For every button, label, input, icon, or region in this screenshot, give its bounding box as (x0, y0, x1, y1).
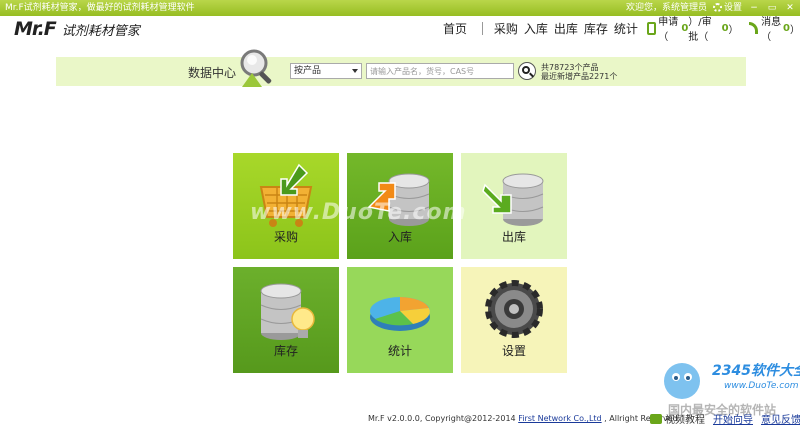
nav-statistics[interactable]: 统计 (611, 20, 641, 37)
logo-subtitle: 试剂耗材管家 (61, 24, 140, 39)
start-guide-link[interactable]: 开始向导 (713, 411, 753, 426)
search-type-value: 按产品 (294, 66, 322, 76)
video-icon (650, 413, 662, 424)
footer-links: 视频教程 开始向导 意见反馈 (650, 411, 800, 426)
approve-count: 0 (721, 22, 729, 34)
total-products: 共78723个产品 (541, 63, 599, 72)
gear-icon (712, 3, 722, 12)
window-title: Mr.F试剂耗材管家，做最好的试剂耗材管理软件 (5, 3, 195, 13)
tile-settings-label: 设置 (501, 344, 526, 358)
duote-watermark: www.DuoTe.com (250, 200, 467, 225)
apply-count: 0 (681, 22, 689, 34)
nav-home[interactable]: 首页 (440, 20, 470, 37)
tile-stock-out-label: 出库 (501, 230, 526, 244)
database-out-icon (482, 173, 544, 226)
tile-statistics-label: 统计 (387, 344, 412, 358)
corner-brand: 2345软件大全 (712, 363, 800, 379)
gear-icon (485, 280, 543, 338)
product-stats: 共78723个产品 最近新增产品2271个 (541, 63, 617, 81)
nav-divider (482, 21, 483, 35)
corner-site-logo: 2345软件大全 www.DuoTe.com 国内最安全的软件站 (658, 357, 800, 417)
data-center-title: 数据中心 (188, 66, 237, 80)
signal-icon (748, 22, 759, 34)
footer-copyright: Mr.F v2.0.0.0, Copyright@2012-2014 First… (368, 414, 680, 423)
corner-url: www.DuoTe.com (724, 381, 799, 391)
message-count: 0 (783, 22, 790, 34)
recent-products: 最近新增产品2271个 (541, 72, 618, 81)
data-center-magnifier-icon (240, 49, 272, 87)
search-type-select[interactable]: 按产品 (290, 63, 362, 79)
tile-inventory[interactable]: 库存 (233, 267, 339, 373)
company-link[interactable]: First Network Co.,Ltd (518, 414, 601, 423)
feedback-link[interactable]: 意见反馈 (761, 411, 800, 426)
top-nav: 首页 采购 入库 出库 库存 统计 申请（ 0 ）/审批（ 0） 消息（ 0） (440, 17, 800, 43)
mascot-icon (664, 363, 700, 399)
nav-purchase[interactable]: 采购 (491, 20, 521, 37)
tile-purchase-label: 采购 (273, 230, 298, 244)
nav-stock-out[interactable]: 出库 (551, 20, 581, 37)
search-button[interactable] (518, 62, 536, 80)
tile-stock-in-label: 入库 (387, 230, 412, 244)
document-icon (646, 21, 657, 35)
video-tutorial-link[interactable]: 视频教程 (665, 411, 705, 426)
version-text: Mr.F v2.0.0.0, Copyright@2012-2014 (368, 414, 519, 423)
message-link[interactable]: 消息（ 0） (748, 13, 800, 43)
tile-statistics[interactable]: 统计 (347, 267, 453, 373)
nav-inventory[interactable]: 库存 (581, 20, 611, 37)
nav-stock-in[interactable]: 入库 (521, 20, 551, 37)
database-bulb-icon (260, 283, 315, 340)
app-logo: Mr.F 试剂耗材管家 (14, 18, 140, 40)
tile-inventory-label: 库存 (273, 344, 298, 358)
tile-settings[interactable]: 设置 (461, 267, 567, 373)
pie-chart-icon (370, 297, 430, 331)
tile-stock-out[interactable]: 出库 (461, 153, 567, 259)
chevron-down-icon (352, 69, 358, 73)
search-input[interactable] (366, 63, 514, 79)
logo-main: Mr.F (14, 18, 57, 40)
apply-approve-link[interactable]: 申请（ 0 ）/审批（ 0） (646, 13, 739, 43)
